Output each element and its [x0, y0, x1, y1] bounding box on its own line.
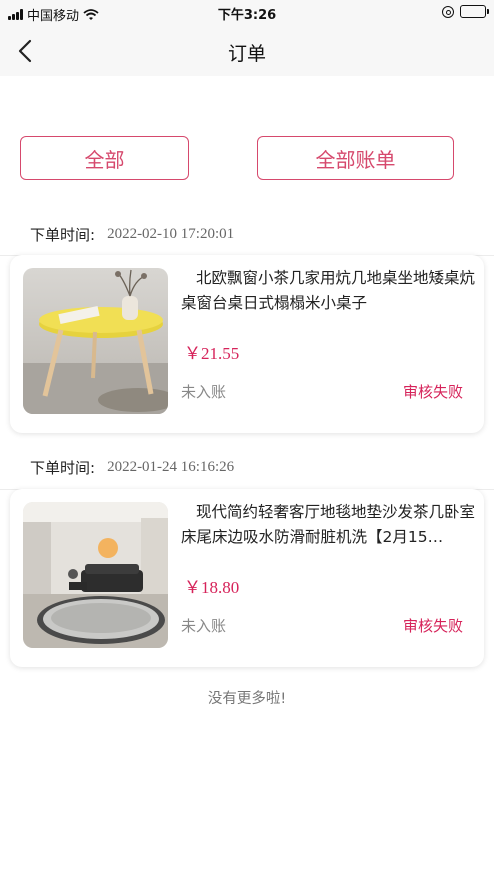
product-price: ￥21.55 [184, 344, 240, 363]
battery-icon [460, 5, 489, 18]
status-time: 下午3:26 [217, 8, 277, 23]
product-title[interactable]: 北欧飘窗小茶几家用炕几地桌坐地矮桌炕桌窗台桌日式榻榻米小桌子 [181, 266, 481, 316]
account-status: 未入账 [181, 617, 227, 635]
orientation-lock-icon [442, 5, 454, 18]
filter-all-bills-button[interactable]: 全部账单 [257, 136, 454, 180]
order-time-row: 下单时间: 2022-01-24 16:16:26 [30, 457, 234, 477]
product-title[interactable]: 现代简约轻奢客厅地毯地垫沙发茶几卧室床尾床边吸水防滑耐脏机洗【2月15… [181, 500, 481, 550]
product-image-rug[interactable] [23, 502, 168, 648]
order-time-row: 下单时间: 2022-02-10 17:20:01 [30, 224, 234, 244]
product-image-table[interactable] [23, 268, 168, 414]
account-status: 未入账 [181, 383, 227, 401]
page-title: 订单 [227, 43, 266, 65]
filter-all-button[interactable]: 全部 [20, 136, 189, 180]
order-time-value: 2022-01-24 16:16:26 [107, 458, 235, 475]
order-time-label: 下单时间: [30, 225, 96, 244]
review-status-badge: 审核失败 [402, 617, 463, 635]
product-price: ￥18.80 [184, 578, 240, 597]
order-time-label: 下单时间: [30, 458, 96, 477]
status-bar: 中国移动 下午3:26 [0, 0, 494, 26]
status-bar-right [442, 5, 489, 18]
nav-bar: 订单 [0, 26, 494, 76]
no-more-text: 没有更多啦! [207, 691, 287, 707]
order-time-value: 2022-02-10 17:20:01 [107, 225, 235, 242]
order-card[interactable]: 现代简约轻奢客厅地毯地垫沙发茶几卧室床尾床边吸水防滑耐脏机洗【2月15… ￥18… [10, 489, 484, 667]
review-status-badge: 审核失败 [402, 383, 463, 401]
order-card[interactable]: 北欧飘窗小茶几家用炕几地桌坐地矮桌炕桌窗台桌日式榻榻米小桌子 ￥21.55 未入… [10, 255, 484, 433]
